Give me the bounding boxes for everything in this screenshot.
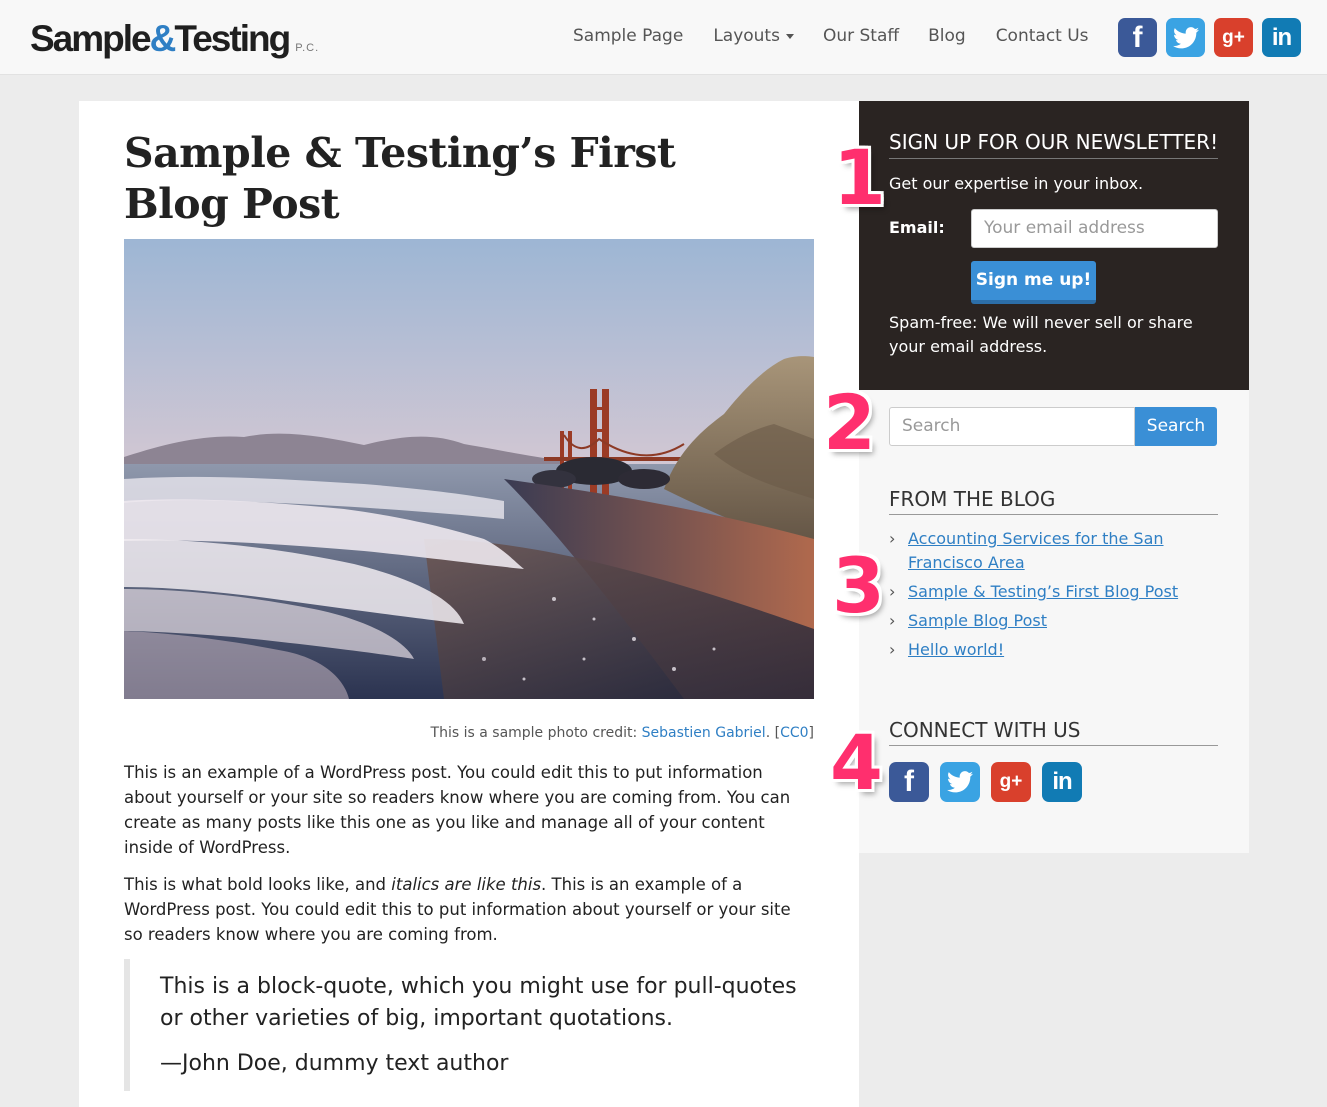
google-plus-icon[interactable]: g+: [1214, 18, 1253, 57]
logo-text-second: Testing: [174, 18, 291, 59]
twitter-bird-icon: [1172, 26, 1199, 48]
newsletter-title: SIGN UP FOR OUR NEWSLETTER!: [889, 130, 1218, 159]
site-header: Sample&Testing P.C. Sample Page Layouts O…: [0, 0, 1327, 75]
newsletter-spam-note: Spam-free: We will never sell or share y…: [889, 313, 1193, 356]
nav-layouts-label: Layouts: [713, 26, 780, 46]
list-item: Hello world!: [889, 638, 1218, 662]
google-plus-glyph: g+: [999, 771, 1023, 792]
nav-sample-page[interactable]: Sample Page: [573, 26, 683, 46]
google-plus-icon[interactable]: g+: [991, 762, 1031, 802]
linkedin-icon[interactable]: in: [1042, 762, 1082, 802]
google-plus-glyph: g+: [1222, 26, 1245, 48]
blog-link-first-post[interactable]: Sample & Testing’s First Blog Post: [908, 582, 1178, 601]
caption-prefix: This is a sample photo credit:: [430, 725, 642, 741]
annotation-number-4: 4: [830, 718, 883, 807]
facebook-glyph: f: [1132, 20, 1143, 54]
blog-link-accounting[interactable]: Accounting Services for the San Francisc…: [908, 529, 1164, 572]
logo-ampersand: &: [149, 18, 177, 59]
list-item: Accounting Services for the San Francisc…: [889, 527, 1218, 575]
linkedin-icon[interactable]: in: [1262, 18, 1301, 57]
linkedin-glyph: in: [1271, 23, 1292, 51]
annotation-number-3: 3: [832, 541, 885, 630]
post-paragraph-2: This is what bold looks like, and italic…: [124, 872, 814, 947]
post-paragraph-1: This is an example of a WordPress post. …: [124, 763, 791, 857]
blog-link-sample-post[interactable]: Sample Blog Post: [908, 611, 1047, 630]
photo-caption: This is a sample photo credit: Sebastien…: [124, 725, 814, 741]
logo-suffix: P.C.: [295, 42, 320, 54]
post-featured-image: [124, 239, 814, 699]
twitter-icon[interactable]: [940, 762, 980, 802]
facebook-icon[interactable]: f: [889, 762, 929, 802]
nav-contact-us[interactable]: Contact Us: [996, 26, 1089, 46]
blog-post-list: Accounting Services for the San Francisc…: [889, 527, 1218, 667]
twitter-bird-icon: [947, 771, 973, 793]
linkedin-glyph: in: [1052, 768, 1072, 795]
post-content: Sample & Testing’s First Blog Post This …: [79, 101, 859, 1107]
sign-up-button[interactable]: Sign me up!: [971, 261, 1096, 304]
twitter-icon[interactable]: [1166, 18, 1205, 57]
caption-author-link[interactable]: Sebastien Gabriel: [642, 725, 766, 741]
main-nav: Sample Page Layouts Our Staff Blog Conta…: [573, 26, 1089, 46]
blockquote-author: —John Doe, dummy text author: [160, 1051, 509, 1076]
list-item: Sample Blog Post: [889, 609, 1218, 633]
email-field[interactable]: Your email address: [971, 209, 1218, 248]
caption-mid: . [: [765, 725, 781, 741]
sidebar: SIGN UP FOR OUR NEWSLETTER! Get our expe…: [859, 101, 1249, 853]
search-input[interactable]: Search: [889, 407, 1135, 446]
annotation-number-1: 1: [833, 133, 886, 222]
list-item: Sample & Testing’s First Blog Post: [889, 580, 1218, 604]
caption-end: ]: [808, 725, 814, 741]
sidebar-social-links: f g+ in: [889, 762, 1082, 802]
post-title: Sample & Testing’s First Blog Post: [124, 129, 676, 228]
site-logo[interactable]: Sample&Testing P.C.: [30, 18, 319, 60]
facebook-glyph: f: [904, 765, 914, 798]
nav-our-staff[interactable]: Our Staff: [823, 26, 899, 46]
nav-layouts[interactable]: Layouts: [713, 26, 794, 46]
blog-link-hello-world[interactable]: Hello world!: [908, 640, 1004, 659]
logo-text-main: Sample: [30, 18, 152, 59]
para2-start: This is what bold looks like, and: [124, 875, 392, 894]
from-the-blog-title: FROM THE BLOG: [889, 487, 1218, 515]
newsletter-subtitle: Get our expertise in your inbox.: [889, 174, 1144, 193]
facebook-icon[interactable]: f: [1118, 18, 1157, 57]
search-button[interactable]: Search: [1135, 407, 1217, 446]
email-label: Email:: [889, 218, 945, 237]
blockquote-text: This is a block-quote, which you might u…: [160, 974, 797, 1031]
caption-license-link[interactable]: CC0: [780, 725, 808, 741]
golden-gate-beach-photo: [124, 239, 814, 699]
nav-blog[interactable]: Blog: [928, 26, 966, 46]
annotation-number-2: 2: [823, 378, 876, 467]
newsletter-widget: SIGN UP FOR OUR NEWSLETTER! Get our expe…: [859, 101, 1249, 390]
para2-italic: italics are like this: [391, 875, 542, 894]
blockquote: This is a block-quote, which you might u…: [124, 959, 814, 1091]
connect-title: CONNECT WITH US: [889, 718, 1218, 746]
caret-down-icon: [785, 33, 794, 39]
header-social-links: f g+ in: [1118, 18, 1301, 57]
